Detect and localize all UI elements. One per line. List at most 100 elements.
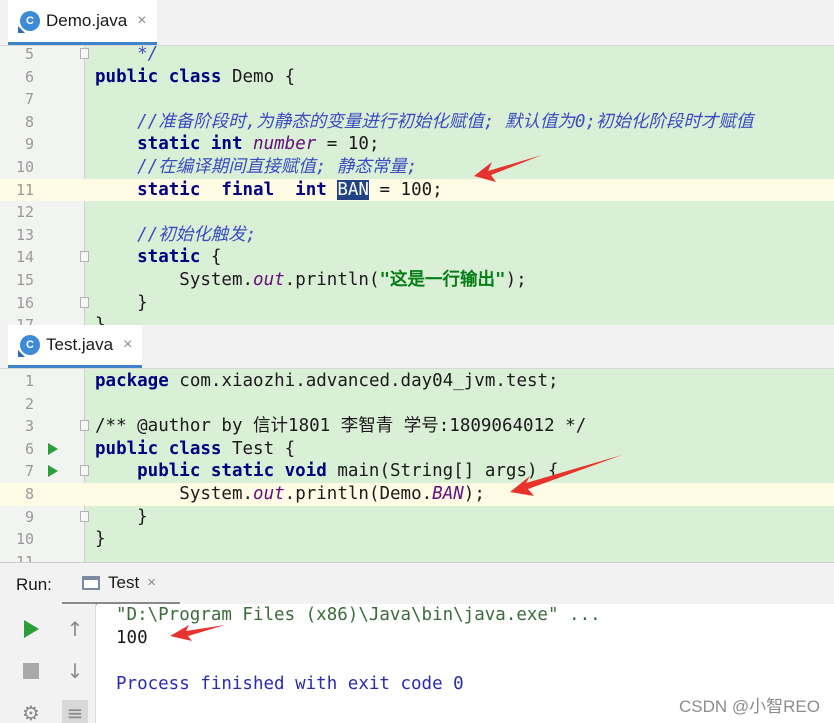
- code-line[interactable]: 13 //初始化触发;: [0, 224, 834, 247]
- code-token: = 10;: [316, 134, 380, 155]
- code-line[interactable]: 3 /** @author by 信计1801 李智青 学号:1809064012…: [0, 415, 834, 438]
- code-token: "这是一行输出": [379, 270, 506, 290]
- code-text: //在编译期间直接赋值; 静态常量;: [95, 156, 417, 179]
- code-token: }: [95, 292, 148, 313]
- code-line[interactable]: 9 }: [0, 506, 834, 529]
- code-token: number: [253, 134, 317, 155]
- code-token: public class: [95, 66, 232, 87]
- code-text: }: [95, 528, 106, 551]
- soft-wrap-icon[interactable]: ≡: [62, 700, 88, 723]
- code-line[interactable]: 11: [0, 551, 834, 562]
- code-line[interactable]: 6 public class Demo {: [0, 66, 834, 89]
- console-output: 100: [116, 628, 148, 648]
- run-tab-test[interactable]: Test ×: [62, 563, 180, 605]
- line-number: 13: [15, 225, 34, 244]
- code-token: System.: [95, 484, 254, 504]
- up-arrow-icon[interactable]: ↑: [62, 616, 88, 642]
- down-arrow-icon[interactable]: ↓: [62, 658, 88, 684]
- run-panel-header: Run: Test ×: [0, 562, 834, 605]
- line-number: 10: [15, 530, 34, 549]
- line-number: 7: [24, 90, 34, 109]
- code-line[interactable]: 16 }: [0, 292, 834, 315]
- run-tab-label: Test: [108, 572, 140, 592]
- fold-icon[interactable]: [80, 420, 89, 432]
- fold-icon[interactable]: [80, 296, 89, 308]
- play-icon[interactable]: [18, 616, 44, 642]
- line-number: 3: [24, 417, 34, 436]
- code-line[interactable]: 14 static {: [0, 246, 834, 269]
- code-text: //初始化触发;: [95, 224, 256, 247]
- code-token: .println(Demo.: [284, 484, 433, 504]
- code-line[interactable]: 1 package com.xiaozhi.advanced.day04_jvm.…: [0, 370, 834, 393]
- fold-icon[interactable]: [80, 48, 89, 59]
- code-token: static final int: [95, 179, 338, 200]
- line-number: 9: [24, 507, 34, 526]
- code-token: //初始化触发;: [95, 224, 257, 245]
- line-number: 8: [24, 112, 34, 131]
- java-class-icon: C: [20, 335, 40, 355]
- code-line[interactable]: 7: [0, 88, 834, 111]
- line-number: 10: [15, 158, 34, 176]
- code-token: com.xiaozhi.advanced.day04_jvm.test;: [179, 371, 559, 391]
- code-text: public class Test {: [95, 438, 295, 461]
- code-text: static final int BAN = 100;: [95, 179, 443, 202]
- code-line[interactable]: 17}: [0, 314, 834, 325]
- code-text: public static void main(String[] args) {: [95, 460, 559, 483]
- line-number: 16: [15, 293, 34, 312]
- code-text: System.out.println("这是一行输出");: [95, 269, 526, 292]
- line-number: 9: [24, 135, 34, 154]
- tab-demo-java[interactable]: C Demo.java ×: [8, 0, 157, 45]
- tab-test-java[interactable]: C Test.java ×: [8, 325, 143, 368]
- code-line[interactable]: 8 //准备阶段时,为静态的变量进行初始化赋值; 默认值为0;初始化阶段时才赋值: [0, 111, 834, 134]
- fold-icon[interactable]: [80, 510, 89, 522]
- code-line[interactable]: 5 */: [0, 46, 834, 66]
- code-line[interactable]: 7 public static void main(String[] args)…: [0, 460, 834, 483]
- close-icon[interactable]: ×: [123, 336, 132, 354]
- code-line[interactable]: 8 System.out.println(Demo.BAN);: [0, 483, 834, 506]
- run-gutter-icon[interactable]: [48, 442, 58, 455]
- line-number: 5: [24, 46, 34, 63]
- code-line[interactable]: 6 public class Test {: [0, 438, 834, 461]
- code-line[interactable]: 12: [0, 201, 834, 224]
- code-token: public class: [95, 438, 232, 459]
- close-icon[interactable]: ×: [137, 12, 146, 30]
- code-editor-test[interactable]: 1 package com.xiaozhi.advanced.day04_jvm.…: [0, 369, 834, 562]
- java-class-icon: C: [20, 11, 40, 31]
- code-line[interactable]: 15 System.out.println("这是一行输出");: [0, 269, 834, 292]
- stop-icon[interactable]: [18, 658, 44, 684]
- code-token: main(String[] args) {: [337, 461, 559, 482]
- close-icon[interactable]: ×: [147, 574, 156, 591]
- code-line[interactable]: 2: [0, 393, 834, 416]
- line-number: 6: [24, 439, 34, 458]
- code-line[interactable]: 9 static int number = 10;: [0, 133, 834, 156]
- code-line[interactable]: 10}: [0, 528, 834, 551]
- code-line[interactable]: 10 //在编译期间直接赋值; 静态常量;: [0, 156, 834, 179]
- code-text: public class Demo {: [95, 66, 295, 89]
- code-token: //在编译期间直接赋值; 静态常量;: [95, 157, 418, 177]
- code-token: }: [95, 529, 106, 550]
- tab-label: Demo.java: [46, 11, 128, 30]
- console-icon: [82, 575, 100, 590]
- line-number: 14: [15, 248, 34, 267]
- code-token: System.: [95, 270, 254, 290]
- line-number: 11: [15, 552, 34, 562]
- code-text: }: [95, 314, 106, 325]
- code-token: BAN: [432, 484, 464, 504]
- line-number: 17: [0, 314, 34, 325]
- code-token: package: [95, 371, 180, 391]
- run-toolbar: ↑ ↓ ⚙ ≡: [0, 604, 96, 723]
- editor-tabbar-test: C Test.java ×: [0, 325, 834, 369]
- code-editor-demo[interactable]: 5 */6 public class Demo {7 8 //准备阶段时,为静态的变…: [0, 46, 834, 325]
- editor-tabbar-demo: C Demo.java ×: [0, 0, 834, 46]
- code-token: );: [463, 484, 485, 504]
- run-gutter-icon[interactable]: [48, 465, 58, 478]
- code-line[interactable]: 11 static final int BAN = 100;: [0, 178, 834, 202]
- code-token: }: [95, 315, 106, 325]
- line-number: 15: [15, 271, 34, 289]
- fold-icon[interactable]: [80, 465, 89, 477]
- code-token: .println(: [284, 270, 380, 290]
- debug-icon[interactable]: ⚙: [18, 700, 44, 723]
- fold-icon[interactable]: [80, 251, 89, 263]
- code-text: //准备阶段时,为静态的变量进行初始化赋值; 默认值为0;初始化阶段时才赋值: [95, 111, 753, 134]
- code-text: System.out.println(Demo.BAN);: [95, 483, 485, 506]
